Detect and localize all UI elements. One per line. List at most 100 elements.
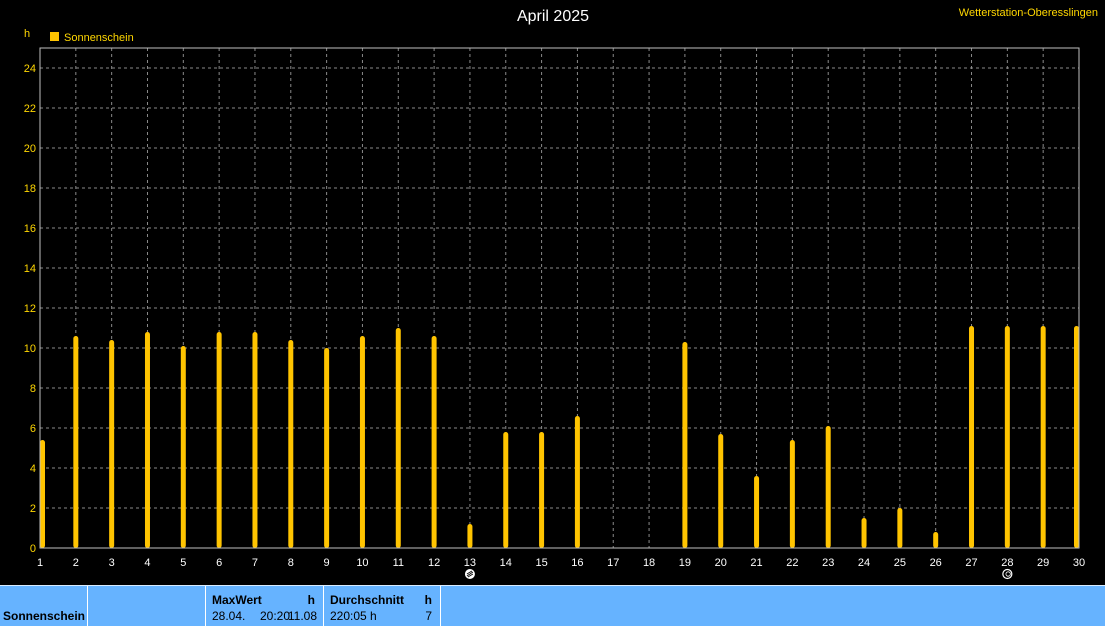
stats-avg-unit: h — [424, 593, 432, 607]
bar-day-23 — [825, 426, 831, 548]
stats-empty-cell — [88, 586, 206, 626]
bar-day-2 — [73, 336, 79, 548]
x-tick-label: 29 — [1037, 557, 1049, 569]
x-tick-label: 6 — [216, 557, 222, 569]
bar-day-6 — [216, 332, 222, 548]
x-tick-label: 1 — [37, 557, 43, 569]
stats-avg-label: Durchschnitt — [330, 593, 405, 607]
bar-day-3 — [109, 340, 115, 548]
bar-day-25 — [897, 508, 903, 548]
x-tick-label: 23 — [822, 557, 834, 569]
x-tick-label: 4 — [144, 557, 150, 569]
bar-day-15 — [539, 432, 545, 548]
bar-day-26 — [933, 532, 939, 548]
y-axis-unit: h — [24, 28, 30, 40]
x-tick-label: 13 — [464, 557, 476, 569]
bar-day-7 — [252, 332, 258, 548]
x-tick-label: 5 — [180, 557, 186, 569]
x-tick-label: 14 — [500, 557, 512, 569]
x-tick-label: 3 — [109, 557, 115, 569]
x-tick-label: 9 — [324, 557, 330, 569]
stats-row-label-cell: Sonnenschein — [0, 586, 88, 626]
new-moon-icon — [1002, 568, 1013, 580]
station-name: Wetterstation-Oberesslingen — [959, 7, 1098, 19]
bar-day-24 — [861, 518, 867, 548]
stats-avg-cell: Durchschnitt h 220:05 h 7 — [324, 586, 441, 626]
x-tick-label: 24 — [858, 557, 870, 569]
x-tick-label: 18 — [643, 557, 655, 569]
bar-day-27 — [969, 326, 975, 548]
bar-day-9 — [324, 348, 330, 548]
y-axis-ticks: 024681012141618202224 — [24, 63, 36, 555]
bar-day-14 — [503, 432, 509, 548]
bar-day-16 — [574, 416, 580, 548]
y-tick-label: 24 — [24, 63, 36, 75]
stats-max-label: MaxWert — [212, 593, 262, 607]
x-tick-label: 17 — [607, 557, 619, 569]
bar-day-11 — [395, 328, 401, 548]
x-tick-label: 2 — [73, 557, 79, 569]
stats-max-time: 20:20 — [260, 609, 291, 623]
y-tick-label: 14 — [24, 263, 36, 275]
stats-row-label: Sonnenschein — [3, 609, 86, 623]
x-tick-label: 16 — [571, 557, 583, 569]
stats-avg-value: 220:05 h — [330, 609, 377, 623]
full-moon-icon — [464, 569, 475, 579]
y-tick-label: 22 — [24, 103, 36, 115]
grid — [40, 48, 1079, 548]
y-tick-label: 10 — [24, 343, 36, 355]
x-tick-label: 21 — [750, 557, 762, 569]
stats-avg-count: 7 — [425, 609, 432, 623]
bars — [40, 326, 1079, 548]
bar-day-5 — [180, 346, 186, 548]
y-tick-label: 12 — [24, 303, 36, 315]
x-tick-label: 25 — [894, 557, 906, 569]
bar-day-4 — [144, 332, 150, 548]
legend-swatch — [50, 32, 59, 41]
y-tick-label: 2 — [30, 503, 36, 515]
x-tick-label: 26 — [930, 557, 942, 569]
x-tick-label: 15 — [535, 557, 547, 569]
x-tick-label: 20 — [715, 557, 727, 569]
plot-frame — [39, 47, 1080, 549]
bar-day-20 — [718, 434, 724, 548]
y-tick-label: 16 — [24, 223, 36, 235]
chart-title: April 2025 — [517, 8, 589, 25]
y-tick-label: 4 — [30, 463, 36, 475]
bar-day-13 — [467, 524, 473, 548]
stats-bar: Sonnenschein MaxWert h 28.04. 20:20 11.0… — [0, 585, 1105, 626]
x-tick-label: 12 — [428, 557, 440, 569]
x-tick-label: 19 — [679, 557, 691, 569]
x-axis-ticks: 1 2 3 4 5 6 7 8 9 10 11 12 13 14 15 16 17 18 19 20 21 22 23 24 2… — [37, 557, 1085, 569]
bar-day-12 — [431, 336, 437, 548]
x-tick-label: 28 — [1001, 557, 1013, 569]
x-tick-label: 7 — [252, 557, 258, 569]
legend-label: Sonnenschein — [64, 32, 134, 44]
bar-day-21 — [754, 476, 760, 548]
bar-day-30 — [1074, 326, 1079, 548]
stats-max-value: 11.08 — [287, 609, 317, 623]
chart: April 2025 Wetterstation-Oberesslingen h… — [24, 7, 1098, 580]
y-tick-label: 6 — [30, 423, 36, 435]
stats-max-cell: MaxWert h 28.04. 20:20 11.08 — [206, 586, 324, 626]
bar-day-29 — [1040, 326, 1046, 548]
y-tick-label: 0 — [30, 543, 36, 555]
x-tick-label: 27 — [965, 557, 977, 569]
bar-day-22 — [789, 440, 795, 548]
y-tick-label: 8 — [30, 383, 36, 395]
x-tick-label: 10 — [356, 557, 368, 569]
x-tick-label: 22 — [786, 557, 798, 569]
x-tick-label: 11 — [393, 557, 404, 569]
bar-day-8 — [288, 340, 294, 548]
y-tick-label: 18 — [24, 183, 36, 195]
stats-max-unit: h — [307, 593, 315, 607]
bar-day-1 — [40, 440, 45, 548]
x-tick-label: 30 — [1073, 557, 1085, 569]
moon-markers — [464, 568, 1013, 580]
bar-day-28 — [1004, 326, 1010, 548]
stats-max-date: 28.04. — [212, 609, 246, 623]
x-tick-label: 8 — [288, 557, 294, 569]
y-tick-label: 20 — [24, 143, 36, 155]
bar-day-10 — [359, 336, 365, 548]
bar-day-19 — [682, 342, 688, 548]
